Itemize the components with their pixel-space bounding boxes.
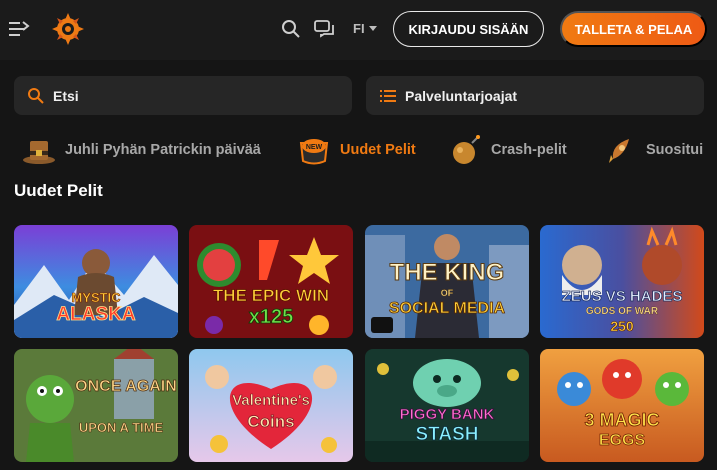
game-title-line: ONCE AGAIN	[75, 378, 177, 395]
login-button[interactable]: KIRJAUDU SISÄÄN	[393, 11, 544, 47]
game-title-line: x125	[248, 306, 294, 328]
game-title-line: ZEUS vs HADES	[561, 288, 683, 305]
category-tab-crash-games[interactable]: Crash-pelit	[448, 126, 567, 174]
category-tab-st-patrick[interactable]: Juhli Pyhän Patrickin päivää	[22, 126, 261, 174]
game-thumbnail	[14, 349, 178, 462]
category-tab-new-games[interactable]: NEW Uudet Pelit	[297, 126, 416, 174]
crash-bomb-icon	[453, 135, 480, 164]
top-header: FI KIRJAUDU SISÄÄN TALLETA & PELAA	[0, 0, 717, 60]
new-badge-text: NEW	[306, 144, 323, 151]
search-icon	[28, 87, 44, 104]
game-title-line: EGGS	[598, 432, 646, 449]
game-title-line: OF	[440, 288, 454, 298]
category-tab-popular[interactable]: Suositui	[603, 126, 703, 174]
game-title-line: Valentine's	[232, 392, 310, 409]
game-title-line: STASH	[415, 424, 479, 445]
category-label: Juhli Pyhän Patrickin päivää	[65, 142, 261, 158]
brand-logo[interactable]	[50, 11, 86, 47]
game-card-valentines-coins[interactable]: Valentine's Coins	[189, 349, 353, 462]
game-title-line: 250	[610, 318, 634, 334]
game-title-line: 3 MAGIC	[584, 410, 660, 430]
providers-label: Palveluntarjoajat	[405, 87, 518, 104]
category-label: Uudet Pelit	[340, 142, 416, 158]
game-card-zeus-vs-hades[interactable]: ZEUS vs HADES GODS OF WAR 250	[540, 225, 704, 338]
game-card-mystic-alaska[interactable]: MYSTIC ALASKA	[14, 225, 178, 338]
deposit-and-play-button[interactable]: TALLETA & PELAA	[560, 11, 707, 47]
game-title-line: THE EPIC WIN	[212, 286, 330, 305]
search-placeholder: Etsi	[53, 87, 79, 104]
game-title-line: Coins	[247, 412, 295, 431]
section-title: Uudet Pelit	[14, 181, 103, 200]
search-icon[interactable]	[281, 19, 301, 39]
category-label: Crash-pelit	[491, 142, 567, 158]
game-title-line: ALASKA	[56, 304, 136, 325]
category-tabs: Juhli Pyhän Patrickin päivää NEW Uudet P…	[0, 126, 717, 174]
language-selector[interactable]: FI	[353, 21, 377, 36]
providers-filter[interactable]: Palveluntarjoajat	[366, 76, 704, 115]
game-title-line: GODS OF WAR	[585, 306, 659, 317]
game-title-line: THE KING	[389, 259, 505, 286]
menu-collapse-icon[interactable]	[8, 19, 30, 39]
chat-icon[interactable]	[314, 19, 336, 39]
game-card-3-magic-eggs[interactable]: 3 MAGIC EGGS	[540, 349, 704, 462]
game-card-piggy-bank-stash[interactable]: PIGGY BANK STASH	[365, 349, 529, 462]
game-card-the-epic-win[interactable]: THE EPIC WIN x125	[189, 225, 353, 338]
game-title-line: UPON A TIME	[78, 420, 164, 435]
game-card-king-of-social-media[interactable]: THE KING OF SOCIAL MEDIA	[365, 225, 529, 338]
list-icon	[380, 89, 396, 102]
game-card-once-again-upon-a-time[interactable]: ONCE AGAIN UPON A TIME	[14, 349, 178, 462]
game-title-line: PIGGY BANK	[399, 406, 495, 423]
category-label: Suositui	[646, 142, 704, 158]
language-code: FI	[353, 21, 365, 36]
search-input[interactable]: Etsi	[14, 76, 352, 115]
rocket-icon	[609, 139, 629, 163]
game-title-line: MYSTIC	[71, 290, 121, 305]
new-badge-icon: NEW	[299, 139, 329, 165]
leprechaun-hat-icon	[23, 141, 55, 164]
chevron-down-icon	[368, 26, 377, 31]
game-title-line: SOCIAL MEDIA	[388, 300, 506, 317]
